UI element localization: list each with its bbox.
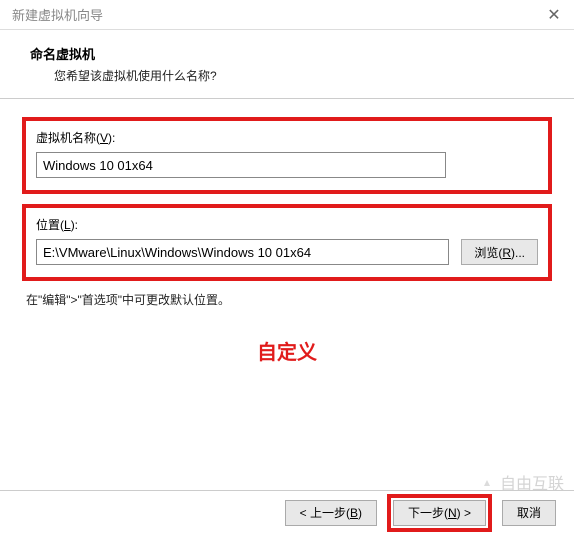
next-button-highlight: 下一步(N) > [387,494,492,532]
wizard-header: 命名虚拟机 您希望该虚拟机使用什么名称? [0,30,574,99]
page-title: 命名虚拟机 [30,44,554,63]
vm-location-input[interactable] [36,239,449,265]
title-bar: 新建虚拟机向导 ✕ [0,0,574,30]
vm-name-label: 虚拟机名称(V): [36,129,538,146]
wizard-footer: < 上一步(B) 下一步(N) > 取消 [0,490,574,534]
cancel-button[interactable]: 取消 [502,500,556,526]
annotation-text: 自定义 [22,336,552,365]
page-subtitle: 您希望该虚拟机使用什么名称? [30,67,554,84]
close-icon[interactable]: ✕ [544,5,564,25]
content-area: 虚拟机名称(V): 位置(L): 浏览(R)... 在"编辑">"首选项"中可更… [0,99,574,365]
vm-location-label: 位置(L): [36,216,538,233]
browse-button[interactable]: 浏览(R)... [461,239,538,265]
next-button[interactable]: 下一步(N) > [393,500,486,526]
window-title: 新建虚拟机向导 [12,5,103,24]
back-button[interactable]: < 上一步(B) [285,500,377,526]
vm-name-input[interactable] [36,152,446,178]
vm-name-highlight: 虚拟机名称(V): [22,117,552,194]
location-note: 在"编辑">"首选项"中可更改默认位置。 [22,291,552,308]
vm-location-highlight: 位置(L): 浏览(R)... [22,204,552,281]
